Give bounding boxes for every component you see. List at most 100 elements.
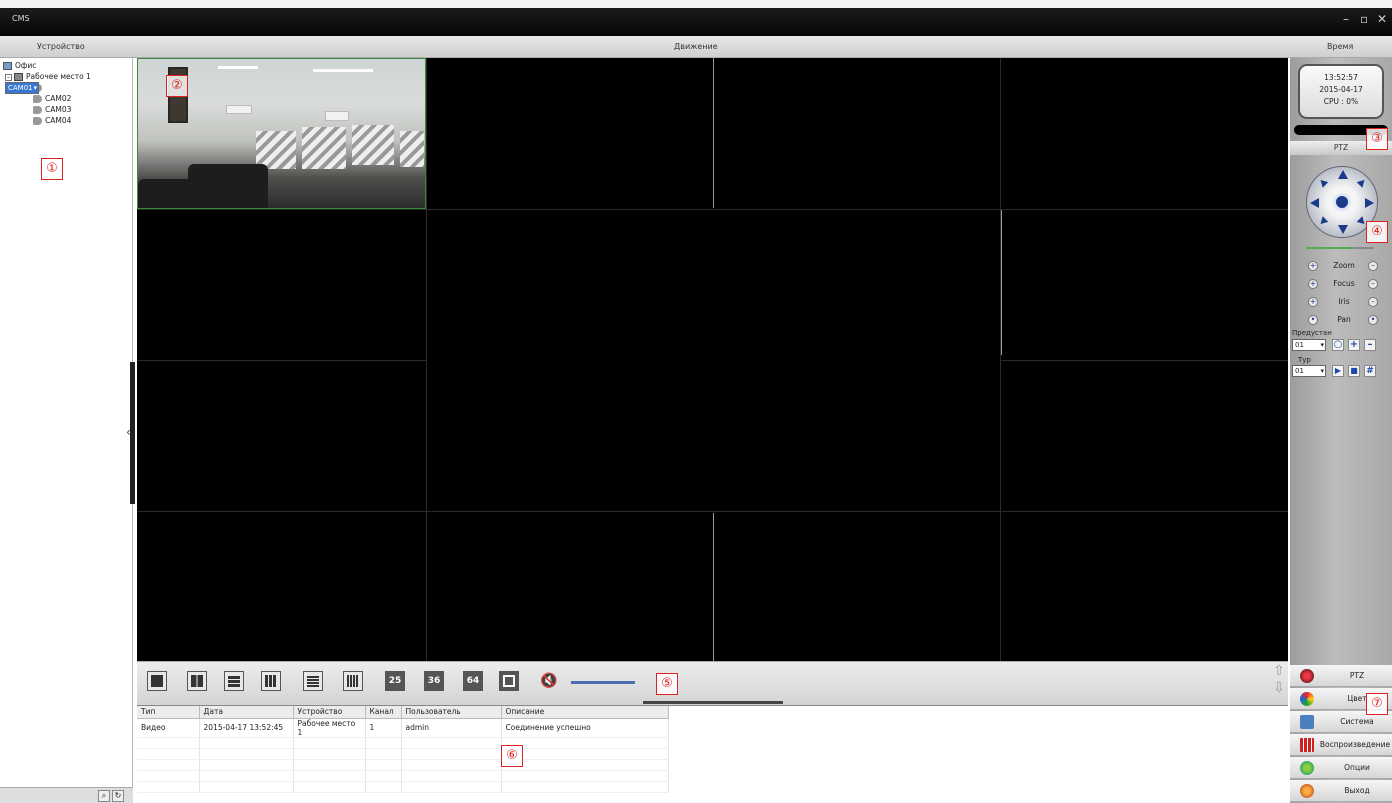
ceiling-lamp [313, 69, 373, 72]
pan-left-button[interactable]: • [1308, 315, 1318, 325]
fullscreen-button[interactable] [499, 671, 519, 691]
layout-16-icon [347, 675, 359, 687]
preset-label: Предустан [1292, 329, 1332, 337]
focus-plus-button[interactable]: + [1308, 279, 1318, 289]
tree-node-cam04[interactable]: CAM04 [3, 115, 91, 126]
arrow-up-icon[interactable] [1338, 170, 1348, 179]
table-header-row: Тип Дата Устройство Канал Пользователь О… [137, 706, 669, 719]
layout-25-button[interactable]: 25 [385, 671, 405, 691]
tree-node-workstation[interactable]: – Рабочее место 1 [3, 71, 91, 82]
layout-4-button[interactable] [187, 671, 207, 691]
video-grid[interactable] [137, 58, 1288, 661]
annotation-1: ① [41, 158, 63, 180]
mute-icon[interactable]: 🔇 [540, 673, 557, 689]
menu-exit[interactable]: Выход [1290, 780, 1392, 802]
table-row[interactable]: Видео 2015-04-17 13:52:45 Рабочее место … [137, 718, 669, 738]
preset-add-icon[interactable]: + [1348, 339, 1360, 351]
collapse-left-icon[interactable]: ‹ [126, 425, 131, 439]
cpu-usage: CPU : 0% [1323, 97, 1359, 106]
focus-minus-button[interactable]: – [1368, 279, 1378, 289]
zoom-out-button[interactable]: – [1368, 261, 1378, 271]
preset-select[interactable]: 01 [1292, 339, 1326, 351]
status-clock: 13:52:57 2015-04-17 CPU : 0% [1298, 64, 1384, 119]
annotation-5: ⑤ [656, 673, 678, 695]
column-user[interactable]: Пользователь [401, 706, 502, 719]
ptz-center-button[interactable] [1333, 193, 1351, 211]
table-row [137, 759, 669, 771]
sofa [188, 164, 268, 208]
tree-node-cam02[interactable]: CAM02 [3, 93, 91, 104]
window-blinds [400, 131, 424, 167]
column-device[interactable]: Устройство [293, 706, 366, 719]
annotation-2: ② [166, 75, 188, 97]
arrow-up-right-icon[interactable] [1356, 177, 1368, 188]
air-conditioner [226, 105, 252, 114]
zoom-control: + Zoom – [1304, 259, 1384, 273]
arrow-down-icon[interactable] [1338, 225, 1348, 234]
tree-camera-label: CAM03 [45, 105, 72, 114]
window-title: CMS [12, 14, 30, 23]
arrow-left-icon[interactable] [1310, 198, 1319, 208]
tree-camera-label: CAM02 [45, 94, 72, 103]
volume-slider[interactable] [571, 681, 635, 684]
layout-1-button[interactable] [147, 671, 167, 691]
refresh-icon[interactable]: ↻ [112, 790, 124, 802]
layout-8-button[interactable] [224, 671, 244, 691]
ptz-speed-slider[interactable] [1306, 247, 1374, 249]
annotation-4: ④ [1366, 221, 1388, 243]
zoom-label: Zoom [1333, 261, 1355, 270]
column-date[interactable]: Дата [199, 706, 294, 719]
main-menu: PTZ Цвет Система Воспроизведение Опции В… [1290, 665, 1392, 803]
panel-toggle[interactable] [643, 701, 783, 704]
iris-minus-button[interactable]: – [1368, 297, 1378, 307]
column-description[interactable]: Описание [501, 706, 669, 719]
column-type[interactable]: Тип [137, 706, 200, 719]
iris-plus-button[interactable]: + [1308, 297, 1318, 307]
camera-icon [33, 106, 42, 114]
preset-goto-icon[interactable]: ○ [1332, 339, 1344, 351]
menu-options[interactable]: Опции [1290, 757, 1392, 779]
title-bar: CMS – ▫ ✕ [0, 0, 1392, 36]
tree-node-office[interactable]: Офис [3, 60, 91, 71]
maximize-button[interactable]: ▫ [1360, 13, 1368, 25]
close-button[interactable]: ✕ [1377, 13, 1387, 25]
collapse-icon[interactable]: – [5, 73, 12, 81]
arrow-right-icon[interactable] [1365, 198, 1374, 208]
header-device: Устройство [37, 42, 85, 51]
menu-label: PTZ [1349, 671, 1365, 680]
tour-stop-icon[interactable]: ■ [1348, 365, 1360, 377]
event-log: Тип Дата Устройство Канал Пользователь О… [137, 705, 1288, 803]
device-tree: Офис –Рабочее место 1 CAM01 CAM02 CAM03 … [3, 60, 91, 126]
layout-10-button[interactable] [303, 671, 323, 691]
zoom-in-button[interactable]: + [1308, 261, 1318, 271]
tree-node-cam01[interactable]: CAM01 [3, 82, 91, 94]
arrow-down-left-icon[interactable] [1317, 216, 1329, 227]
tour-grid-icon[interactable]: # [1364, 365, 1376, 377]
arrow-up-left-icon[interactable] [1317, 177, 1329, 188]
toolbar-scroll[interactable]: ⇧ ⇩ [1271, 663, 1287, 701]
layout-16-button[interactable] [343, 671, 363, 691]
menu-playback[interactable]: Воспроизведение [1290, 734, 1392, 756]
search-icon[interactable]: ⌕ [98, 790, 110, 802]
preset-remove-icon[interactable]: – [1364, 339, 1376, 351]
tour-play-icon[interactable]: ▶ [1332, 365, 1344, 377]
ceiling-lamp [218, 66, 258, 69]
pan-right-button[interactable]: • [1368, 315, 1378, 325]
pan-label: Pan [1337, 315, 1351, 324]
layout-9-button[interactable] [261, 671, 281, 691]
focus-control: + Focus – [1304, 277, 1384, 291]
layout-36-button[interactable]: 36 [424, 671, 444, 691]
cell-description: Соединение успешно [501, 718, 669, 738]
tree-node-cam03[interactable]: CAM03 [3, 104, 91, 115]
tour-select[interactable]: 01 [1292, 365, 1326, 377]
minimize-button[interactable]: – [1343, 13, 1349, 25]
annotation-3: ③ [1366, 128, 1388, 150]
layout-64-button[interactable]: 64 [463, 671, 483, 691]
grid-divider [713, 513, 714, 661]
table-row [137, 770, 669, 782]
grid-divider [137, 511, 1288, 512]
menu-ptz[interactable]: PTZ [1290, 665, 1392, 687]
grid-divider [426, 58, 427, 661]
grid-divider [713, 58, 714, 208]
column-channel[interactable]: Канал [365, 706, 402, 719]
